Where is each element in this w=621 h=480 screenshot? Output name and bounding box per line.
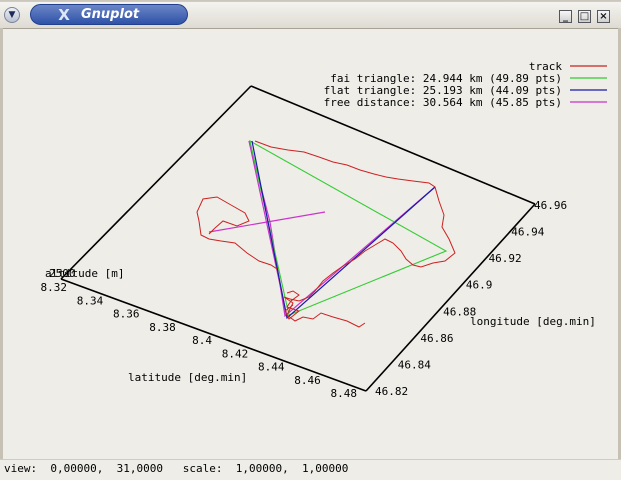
longitude-tick-label: 46.94	[511, 226, 544, 239]
longitude-tick-label: 46.92	[489, 252, 522, 265]
window-title-tab[interactable]: X Gnuplot	[30, 4, 188, 25]
status-text: view: 0,00000, 31,0000 scale: 1,00000, 1…	[4, 462, 349, 475]
latitude-tick-label: 8.42	[222, 347, 249, 360]
longitude-tick-label: 46.9	[466, 279, 493, 292]
longitude-tick-label: 46.96	[534, 199, 567, 212]
altitude-tick-label: 2500	[49, 267, 76, 280]
latitude-axis-label: latitude [deg.min]	[128, 371, 247, 384]
longitude-axis-label: longitude [deg.min]	[470, 315, 596, 328]
latitude-tick-label: 8.36	[113, 308, 140, 321]
latitude-tick-label: 8.48	[331, 387, 358, 400]
maximize-button[interactable]: □	[578, 10, 591, 23]
latitude-tick-label: 8.44	[258, 361, 285, 374]
longitude-tick-label: 46.82	[375, 385, 408, 398]
base-plane-frame	[60, 85, 536, 392]
altitude-axis: altitude [m] 2500	[45, 267, 124, 280]
fai-triangle-series	[249, 139, 448, 316]
latitude-tick-label: 8.32	[41, 281, 68, 294]
plot-legend: trackfai triangle: 24.944 km (49.89 pts)…	[324, 60, 607, 109]
window-titlebar[interactable]: ▼ X Gnuplot _ □ ×	[0, 2, 621, 29]
free-distance-series	[208, 140, 436, 318]
latitude-tick-label: 8.38	[149, 321, 176, 334]
status-bar: view: 0,00000, 31,0000 scale: 1,00000, 1…	[0, 459, 621, 480]
window-title: Gnuplot	[81, 7, 140, 22]
longitude-tick-label: 46.84	[398, 358, 431, 371]
longitude-axis: 46.8246.8446.8646.8846.946.9246.9446.96 …	[375, 199, 596, 398]
legend-entry-label: free distance: 30.564 km (45.85 pts)	[324, 96, 562, 109]
latitude-tick-label: 8.46	[294, 374, 321, 387]
minimize-button[interactable]: _	[559, 10, 572, 23]
gnuplot-x-icon: X	[58, 6, 70, 24]
gnuplot-3d-plot: 8.32 8.34 8.36 8.38 8.4 8.42 8.44 8.46 8.48 lati…	[41, 60, 607, 400]
latitude-tick-label: 8.34	[77, 294, 104, 307]
latitude-tick-label: 8.4	[192, 334, 212, 347]
close-button[interactable]: ×	[597, 10, 610, 23]
plot-canvas[interactable]: 8.32 8.34 8.36 8.38 8.4 8.42 8.44 8.46 8.48 lati…	[3, 29, 618, 459]
longitude-tick-label: 46.86	[420, 332, 453, 345]
window-menu-button[interactable]: ▼	[4, 7, 20, 23]
